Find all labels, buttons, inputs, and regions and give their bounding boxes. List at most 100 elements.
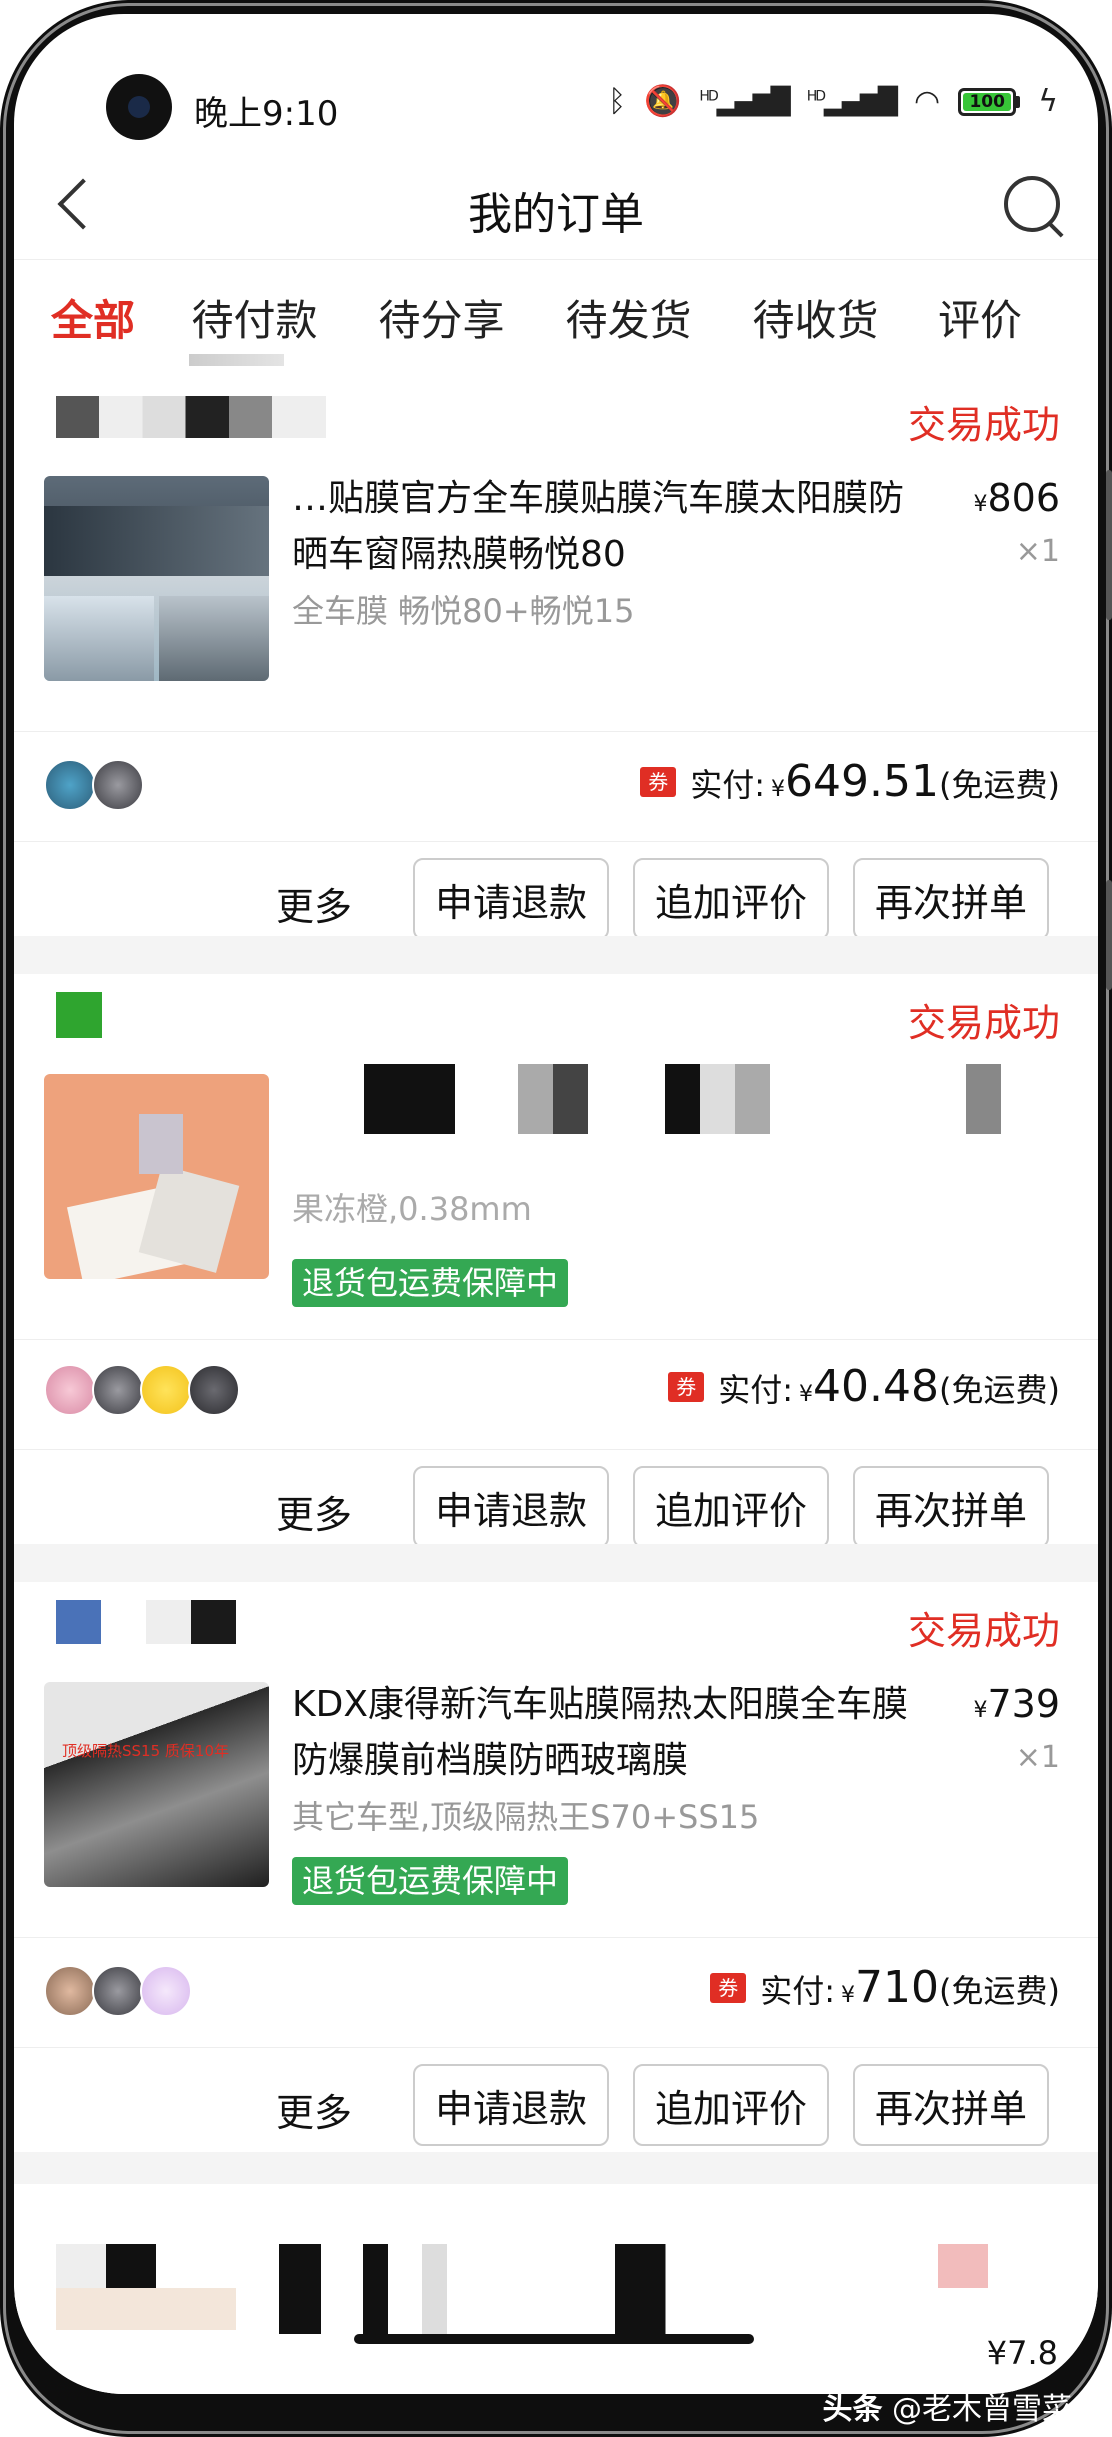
- add-review-button[interactable]: 追加评价: [633, 2064, 829, 2146]
- avatar: [44, 759, 96, 811]
- paid-label: 实付:: [760, 1972, 836, 2010]
- paid-summary: 券 实付: ¥ 710 (免运费): [710, 1962, 1060, 2013]
- coupon-badge: 券: [640, 766, 677, 797]
- group-avatars: [44, 759, 144, 811]
- shop-name-redacted[interactable]: [56, 396, 326, 438]
- watermark-brand: 头条: [822, 2392, 883, 2427]
- avatar: [92, 1364, 144, 1416]
- item-quantity: ×1: [1015, 1740, 1060, 1775]
- paid-summary: 券 实付: ¥ 649.51 (免运费): [640, 756, 1060, 807]
- currency-symbol: ¥: [973, 1698, 988, 1723]
- product-title[interactable]: …贴膜官方全车膜贴膜汽车膜太阳膜防晒车窗隔热膜畅悦80: [292, 471, 932, 583]
- phone-bezel: 晚上9:10 ᛒ 🔕 HD▂▄▆█ HD▂▄▆█ ◠ 100 ϟ 我的订单 全部…: [0, 0, 1112, 2437]
- front-camera: [106, 74, 172, 140]
- product-sku: 全车膜 畅悦80+畅悦15: [292, 592, 635, 630]
- rebuy-button[interactable]: 再次拼单: [853, 1466, 1049, 1548]
- more-button[interactable]: 更多: [276, 2082, 352, 2137]
- group-avatars: [44, 1364, 240, 1416]
- image-blur-block: [139, 1114, 183, 1174]
- coupon-badge: 券: [710, 1972, 747, 2003]
- return-shipping-badge: 退货包运费保障中: [292, 1857, 569, 1905]
- signal-icon: HD▂▄▆█: [699, 86, 790, 117]
- divider: [14, 1339, 1098, 1340]
- product-sku: 果冻橙,0.38mm: [292, 1190, 532, 1228]
- item-price: ¥806: [973, 476, 1060, 520]
- search-icon-handle: [1046, 220, 1064, 238]
- order-card: 交易成功 顶级隔热SS15 质保10年 KDX康得新汽车贴膜隔热太阳膜全车膜防爆…: [14, 1582, 1098, 2152]
- more-button[interactable]: 更多: [276, 1484, 352, 1539]
- avatar: [140, 1965, 192, 2017]
- shop-name-redacted[interactable]: [56, 2244, 156, 2288]
- shipping-note: (免运费): [939, 1371, 1060, 1409]
- refund-button[interactable]: 申请退款: [413, 1466, 609, 1548]
- shop-name-redacted[interactable]: [56, 1600, 236, 1644]
- add-review-button[interactable]: 追加评价: [633, 858, 829, 940]
- redacted-block: [938, 2244, 988, 2288]
- home-indicator[interactable]: [354, 2334, 754, 2344]
- car-photo-left: [44, 596, 154, 681]
- product-title[interactable]: KDX康得新汽车贴膜隔热太阳膜全车膜防爆膜前档膜防晒玻璃膜: [292, 1677, 932, 1789]
- coupon-badge: 券: [668, 1371, 705, 1402]
- volume-button: [1106, 470, 1112, 620]
- tab-pending-share[interactable]: 待分享: [359, 260, 524, 375]
- bluetooth-icon: ᛒ: [608, 84, 627, 119]
- tab-pending-receipt[interactable]: 待收货: [733, 260, 898, 375]
- mute-bell-icon: 🔕: [644, 84, 682, 119]
- paid-summary: 券 实付: ¥ 40.48 (免运费): [668, 1361, 1060, 1412]
- item-price-value: 806: [987, 476, 1060, 520]
- watermark-author: @老木曾雪菜: [892, 2392, 1072, 2427]
- wifi-icon: ◠: [914, 84, 941, 119]
- paid-currency: ¥: [771, 777, 786, 802]
- group-avatars: [44, 1965, 192, 2017]
- shipping-note: (免运费): [939, 766, 1060, 804]
- car-window-photo: [44, 506, 269, 576]
- order-actions: 更多 申请退款 追加评价 再次拼单: [14, 1462, 1098, 1552]
- tab-review[interactable]: 评价: [920, 260, 1040, 375]
- return-shipping-badge: 退货包运费保障中: [292, 1259, 569, 1307]
- watermark: 头条 @老木曾雪菜: [822, 2384, 1072, 2428]
- paid-amount: 40.48: [813, 1361, 940, 1412]
- avatar: [44, 1965, 96, 2017]
- order-card: ¥7.8: [14, 2184, 1098, 2394]
- product-image[interactable]: [44, 476, 269, 681]
- image-caption: 顶级隔热SS15 质保10年: [62, 1742, 229, 1760]
- shop-logo-redacted[interactable]: [56, 992, 102, 1038]
- tab-pending-shipment[interactable]: 待发货: [546, 260, 711, 375]
- phone-screen: 晚上9:10 ᛒ 🔕 HD▂▄▆█ HD▂▄▆█ ◠ 100 ϟ 我的订单 全部…: [14, 14, 1098, 2394]
- rebuy-button[interactable]: 再次拼单: [853, 858, 1049, 940]
- add-review-button[interactable]: 追加评价: [633, 1466, 829, 1548]
- order-separator: [14, 2152, 1098, 2184]
- currency-symbol: ¥: [973, 492, 988, 517]
- shipping-note: (免运费): [939, 1972, 1060, 2010]
- product-image[interactable]: 顶级隔热SS15 质保10年: [44, 1682, 269, 1887]
- more-button[interactable]: 更多: [276, 876, 352, 931]
- paid-amount: 710: [855, 1962, 940, 2013]
- order-status: 交易成功: [907, 403, 1060, 447]
- charging-icon: ϟ: [1038, 84, 1058, 119]
- tab-all[interactable]: 全部: [24, 260, 162, 375]
- divider: [14, 841, 1098, 842]
- rebuy-button[interactable]: 再次拼单: [853, 2064, 1049, 2146]
- avatar: [188, 1364, 240, 1416]
- refund-button[interactable]: 申请退款: [413, 2064, 609, 2146]
- item-price: ¥7.8: [986, 2334, 1058, 2372]
- avatar: [92, 759, 144, 811]
- avatar: [92, 1965, 144, 2017]
- status-icons: ᛒ 🔕 HD▂▄▆█ HD▂▄▆█ ◠ 100 ϟ: [608, 84, 1058, 119]
- product-title-redacted[interactable]: [279, 2244, 699, 2334]
- product-image[interactable]: [56, 2288, 236, 2330]
- hd-label-2: HD: [806, 87, 826, 104]
- product-title-redacted[interactable]: [364, 1064, 1064, 1134]
- power-button: [1106, 880, 1112, 990]
- order-separator: [14, 1544, 1098, 1582]
- product-sku: 其它车型,顶级隔热王S70+SS15: [292, 1798, 760, 1836]
- item-quantity: ×1: [1015, 534, 1060, 569]
- search-button[interactable]: [998, 170, 1068, 240]
- refund-button[interactable]: 申请退款: [413, 858, 609, 940]
- order-actions: 更多 申请退款 追加评价 再次拼单: [14, 854, 1098, 944]
- product-image[interactable]: [44, 1074, 269, 1279]
- status-time: 晚上9:10: [194, 94, 339, 134]
- paid-label: 实付:: [718, 1371, 794, 1409]
- divider: [14, 1937, 1098, 1938]
- order-actions: 更多 申请退款 追加评价 再次拼单: [14, 2060, 1098, 2150]
